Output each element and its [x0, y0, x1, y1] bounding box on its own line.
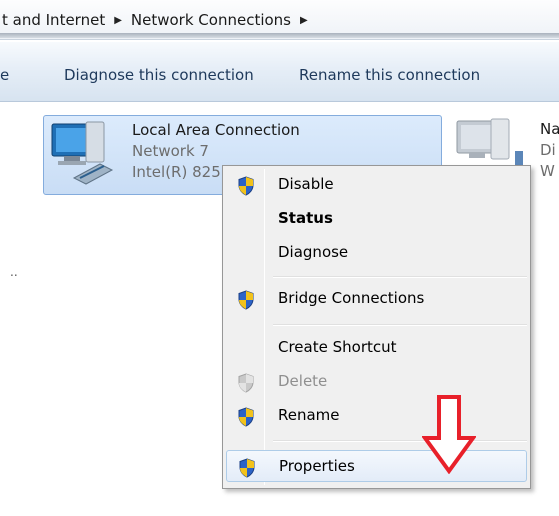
breadcrumb-dropdown-icon[interactable]: ▶ [293, 15, 315, 26]
address-bar-border [0, 33, 559, 38]
command-partial-button[interactable]: e [0, 66, 9, 84]
connection-name: Na [540, 120, 559, 138]
context-menu: Disable Status Diagnose Bridge Connectio… [222, 165, 531, 489]
menu-item-diagnose[interactable]: Diagnose [226, 237, 527, 269]
menu-item-delete: Delete [226, 366, 527, 398]
menu-item-properties[interactable]: Properties [226, 450, 527, 482]
connection-tile-second[interactable]: Na Di W [540, 119, 559, 182]
side-marker: .. [10, 265, 18, 279]
menu-item-label: Status [278, 209, 333, 227]
menu-item-label: Diagnose [278, 243, 349, 261]
red-down-arrow-icon [422, 395, 476, 474]
menu-separator [273, 440, 527, 442]
command-bar: e Diagnose this connection Rename this c… [0, 42, 559, 102]
connection-network: Network 7 [132, 142, 209, 160]
menu-item-bridge-connections[interactable]: Bridge Connections [226, 283, 527, 315]
menu-item-label: Bridge Connections [278, 289, 425, 307]
breadcrumb: t and Internet ▶ Network Connections ▶ [0, 10, 315, 30]
breadcrumb-item-network-connections[interactable]: Network Connections [129, 11, 293, 29]
menu-item-label: Properties [279, 457, 355, 475]
uac-shield-icon [239, 458, 255, 478]
rename-connection-button[interactable]: Rename this connection [299, 66, 480, 84]
uac-shield-icon [238, 290, 254, 310]
connection-adapter: W [540, 162, 555, 180]
menu-item-rename[interactable]: Rename [226, 400, 527, 432]
breadcrumb-item-internet[interactable]: t and Internet [0, 11, 107, 29]
menu-item-label: Rename [278, 406, 340, 424]
menu-separator [273, 276, 527, 278]
menu-separator [273, 324, 527, 326]
diagnose-connection-button[interactable]: Diagnose this connection [64, 66, 254, 84]
menu-item-label: Delete [278, 372, 328, 390]
uac-shield-icon [238, 373, 254, 393]
menu-item-label: Disable [278, 175, 334, 193]
breadcrumb-separator-icon[interactable]: ▶ [107, 15, 129, 26]
menu-item-disable[interactable]: Disable [226, 169, 527, 201]
connection-network: Di [540, 141, 556, 159]
address-bar[interactable]: t and Internet ▶ Network Connections ▶ [0, 0, 559, 40]
menu-item-status[interactable]: Status [226, 203, 527, 235]
network-adapter-icon [51, 121, 114, 185]
connection-name: Local Area Connection [132, 121, 300, 139]
menu-item-create-shortcut[interactable]: Create Shortcut [226, 332, 527, 364]
uac-shield-icon [238, 407, 254, 427]
menu-item-label: Create Shortcut [278, 338, 397, 356]
uac-shield-icon [238, 176, 254, 196]
